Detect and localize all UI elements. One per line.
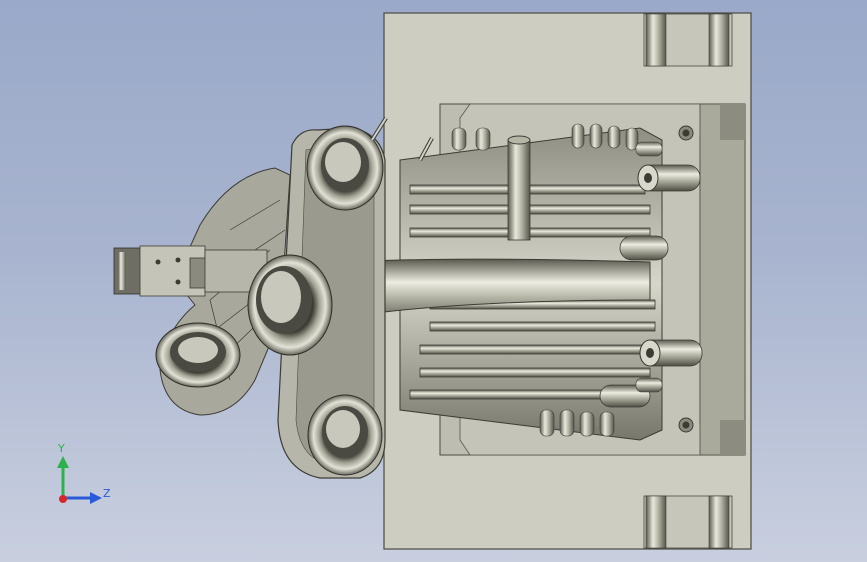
triad-z-label: Z bbox=[103, 487, 111, 500]
boss-ring-bottom[interactable] bbox=[307, 394, 383, 476]
guide-slot-top[interactable] bbox=[643, 13, 733, 67]
slide-core-block[interactable] bbox=[113, 245, 268, 297]
boss-ring-left[interactable] bbox=[155, 322, 241, 388]
triad-y-label: Y bbox=[58, 442, 65, 455]
x-axis-dot bbox=[59, 495, 67, 503]
boss-ring-center[interactable] bbox=[247, 254, 333, 356]
reference-triad bbox=[57, 456, 102, 504]
graphics-viewport[interactable]: Y Z bbox=[0, 0, 867, 562]
guide-slot-bottom[interactable] bbox=[643, 495, 733, 549]
cad-model-view[interactable] bbox=[0, 0, 867, 562]
